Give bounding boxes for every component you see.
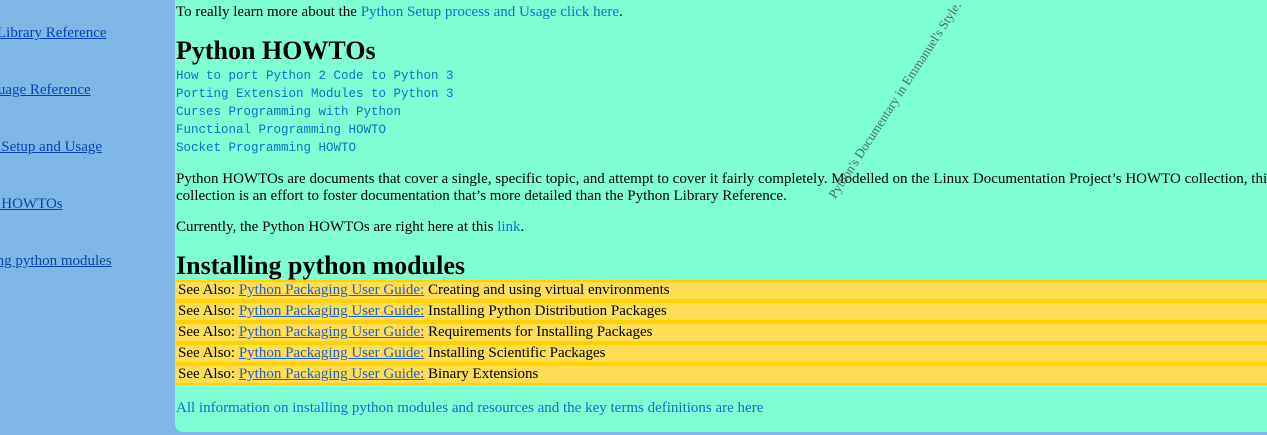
see-also-label: See Also:	[178, 324, 239, 340]
sidebar-item-library-reference[interactable]: Library Reference	[0, 25, 107, 42]
setup-usage-link[interactable]: Python Setup process and Usage click her…	[361, 4, 619, 20]
howto-links-list: How to port Python 2 Code to Python 3 Po…	[176, 67, 454, 157]
see-also-topic: Installing Python Distribution Packages	[427, 303, 667, 319]
intro-prefix: To really learn more about the	[176, 4, 361, 20]
currently-suffix: .	[520, 219, 525, 235]
see-also-label: See Also:	[178, 366, 239, 382]
intro-suffix: .	[619, 4, 623, 20]
currently-text: Currently, the Python HOWTOs are right h…	[176, 219, 524, 236]
currently-prefix: Currently, the Python HOWTOs are right h…	[176, 219, 498, 235]
intro-text: To really learn more about the Python Se…	[176, 4, 623, 21]
howtos-description: Python HOWTOs are documents that cover a…	[176, 171, 1267, 204]
installing-heading: Installing python modules	[176, 251, 465, 280]
sidebar-item-python-howtos[interactable]: Python HOWTOs	[0, 196, 63, 213]
see-also-label: See Also:	[178, 282, 239, 298]
see-also-topic: Creating and using virtual environments	[427, 282, 670, 298]
list-item: How to port Python 2 Code to Python 3	[176, 67, 454, 85]
packaging-guide-link[interactable]: Python Packaging User Guide:	[239, 366, 424, 382]
list-item: Porting Extension Modules to Python 3	[176, 85, 454, 103]
see-also-topic: Installing Scientific Packages	[427, 345, 606, 361]
list-item: Curses Programming with Python	[176, 103, 454, 121]
see-also-label: See Also:	[178, 345, 239, 361]
see-also-topic: Binary Extensions	[427, 366, 539, 382]
sidebar-item-installing-python-modules[interactable]: Installing python modules	[0, 253, 112, 270]
see-also-row: See Also: Python Packaging User Guide: C…	[176, 280, 1267, 301]
howto-link-functional-programming[interactable]: Functional Programming HOWTO	[176, 123, 386, 137]
sidebar-item-language-reference[interactable]: Language Reference	[0, 82, 91, 99]
packaging-guide-link[interactable]: Python Packaging User Guide:	[239, 324, 424, 340]
howto-link-socket-programming[interactable]: Socket Programming HOWTO	[176, 141, 356, 155]
list-item: Functional Programming HOWTO	[176, 121, 454, 139]
main-content: To really learn more about the Python Se…	[175, 0, 1267, 432]
see-also-row: See Also: Python Packaging User Guide: I…	[176, 343, 1267, 364]
list-item: Socket Programming HOWTO	[176, 139, 454, 157]
see-also-list: See Also: Python Packaging User Guide: C…	[176, 280, 1267, 385]
howtos-link[interactable]: link	[497, 219, 520, 235]
packaging-guide-link[interactable]: Python Packaging User Guide:	[239, 303, 424, 319]
howto-link-curses[interactable]: Curses Programming with Python	[176, 105, 401, 119]
installing-info-link[interactable]: All information on installing python mod…	[176, 400, 763, 416]
packaging-guide-link[interactable]: Python Packaging User Guide:	[239, 345, 424, 361]
packaging-guide-link[interactable]: Python Packaging User Guide:	[239, 282, 424, 298]
see-also-topic: Requirements for Installing Packages	[427, 324, 653, 340]
see-also-row: See Also: Python Packaging User Guide: B…	[176, 364, 1267, 385]
installing-info-text: All information on installing python mod…	[176, 400, 763, 417]
see-also-row: See Also: Python Packaging User Guide: I…	[176, 301, 1267, 322]
sidebar: Library Reference Language Reference Pyt…	[0, 0, 173, 435]
see-also-row: See Also: Python Packaging User Guide: R…	[176, 322, 1267, 343]
howtos-heading: Python HOWTOs	[176, 36, 376, 65]
howto-link-port-python-2[interactable]: How to port Python 2 Code to Python 3	[176, 69, 454, 83]
howto-link-porting-extension-modules[interactable]: Porting Extension Modules to Python 3	[176, 87, 454, 101]
sidebar-item-python-setup-and-usage[interactable]: Python Setup and Usage	[0, 139, 102, 156]
see-also-label: See Also:	[178, 303, 239, 319]
